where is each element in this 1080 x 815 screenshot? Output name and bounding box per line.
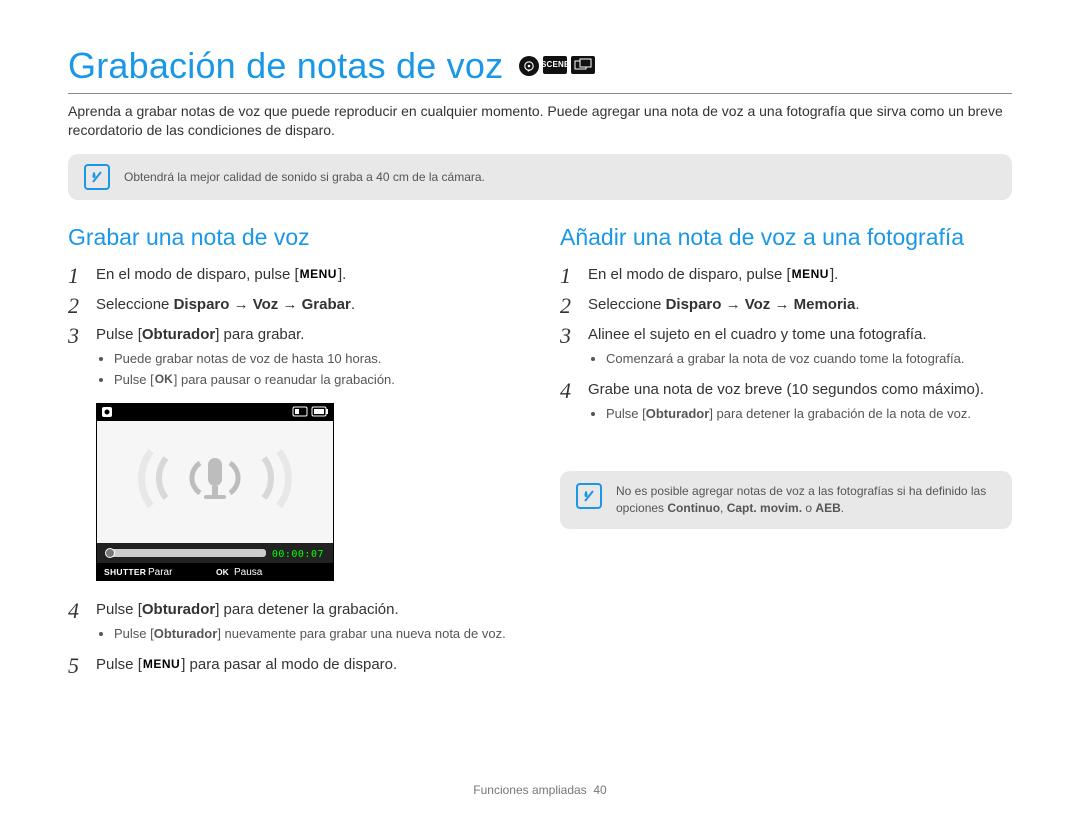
mode-icons: P SCENE <box>519 56 595 76</box>
step-number: 5 <box>68 655 84 677</box>
column-right: Añadir una nota de voz a una fotografía … <box>560 224 1012 685</box>
svg-text:SHUTTER: SHUTTER <box>104 567 146 577</box>
svg-text:P: P <box>528 68 531 72</box>
menu-label: MENU <box>299 266 338 282</box>
step-1: 1 En el modo de disparo, pulse [MENU]. <box>560 265 1012 287</box>
intro-text: Aprenda a grabar notas de voz que puede … <box>68 102 1012 140</box>
svg-text:OK: OK <box>216 567 230 577</box>
step-number: 4 <box>68 600 84 647</box>
step-5: 5 Pulse [MENU] para pasar al modo de dis… <box>68 655 520 677</box>
timer-text: 00:00:07 <box>272 549 324 560</box>
mode-icon-scene: SCENE <box>543 56 567 74</box>
info-icon <box>84 164 110 190</box>
title-text: Grabación de notas de voz <box>68 45 503 87</box>
step-2: 2 Seleccione Disparo → Voz → Memoria. <box>560 295 1012 317</box>
svg-text:Parar: Parar <box>148 567 173 578</box>
column-left: Grabar una nota de voz 1 En el modo de d… <box>68 224 520 685</box>
menu-label: MENU <box>142 656 181 672</box>
step-4: 4 Pulse [Obturador] para detener la grab… <box>68 600 520 647</box>
section-heading-add: Añadir una nota de voz a una fotografía <box>560 224 1012 251</box>
tip-box-2: No es posible agregar notas de voz a las… <box>560 471 1012 529</box>
tip-text-2: No es posible agregar notas de voz a las… <box>616 483 996 517</box>
step-2: 2 Seleccione Disparo → Voz → Grabar. <box>68 295 520 317</box>
step-3: 3 Alinee el sujeto en el cuadro y tome u… <box>560 325 1012 372</box>
svg-text:Pausa: Pausa <box>234 567 263 578</box>
footer-section: Funciones ampliadas <box>473 783 586 797</box>
sub-bullet: Comenzará a grabar la nota de voz cuando… <box>606 351 1012 368</box>
device-screenshot: 00:00:07 SHUTTER Parar OK Pausa <box>96 403 334 586</box>
tip-box-1: Obtendrá la mejor calidad de sonido si g… <box>68 154 1012 200</box>
sub-bullet: Pulse [Obturador] nuevamente para grabar… <box>114 626 520 643</box>
step-number: 2 <box>68 295 84 317</box>
sub-bullet: Puede grabar notas de voz de hasta 10 ho… <box>114 351 520 368</box>
footer-page: 40 <box>593 783 606 797</box>
step-number: 4 <box>560 380 576 427</box>
step-number: 3 <box>560 325 576 372</box>
step-3: 3 Pulse [Obturador] para grabar. Puede g… <box>68 325 520 393</box>
menu-label: MENU <box>791 266 830 282</box>
step-4: 4 Grabe una nota de voz breve (10 segund… <box>560 380 1012 427</box>
page-footer: Funciones ampliadas 40 <box>0 783 1080 797</box>
ok-label: OK <box>154 372 174 388</box>
step-number: 1 <box>560 265 576 287</box>
info-icon <box>576 483 602 509</box>
sub-bullet: Pulse [Obturador] para detener la grabac… <box>606 406 1012 423</box>
mode-icon-dual <box>571 56 595 74</box>
section-heading-record: Grabar una nota de voz <box>68 224 520 251</box>
step-1: 1 En el modo de disparo, pulse [MENU]. <box>68 265 520 287</box>
page-title: Grabación de notas de voz P SCENE <box>68 45 1012 94</box>
step-number: 1 <box>68 265 84 287</box>
sub-bullet: Pulse [OK] para pausar o reanudar la gra… <box>114 372 520 389</box>
step-number: 2 <box>560 295 576 317</box>
mode-icon-p: P <box>519 56 539 76</box>
tip-text-1: Obtendrá la mejor calidad de sonido si g… <box>124 170 485 184</box>
step-number: 3 <box>68 325 84 393</box>
